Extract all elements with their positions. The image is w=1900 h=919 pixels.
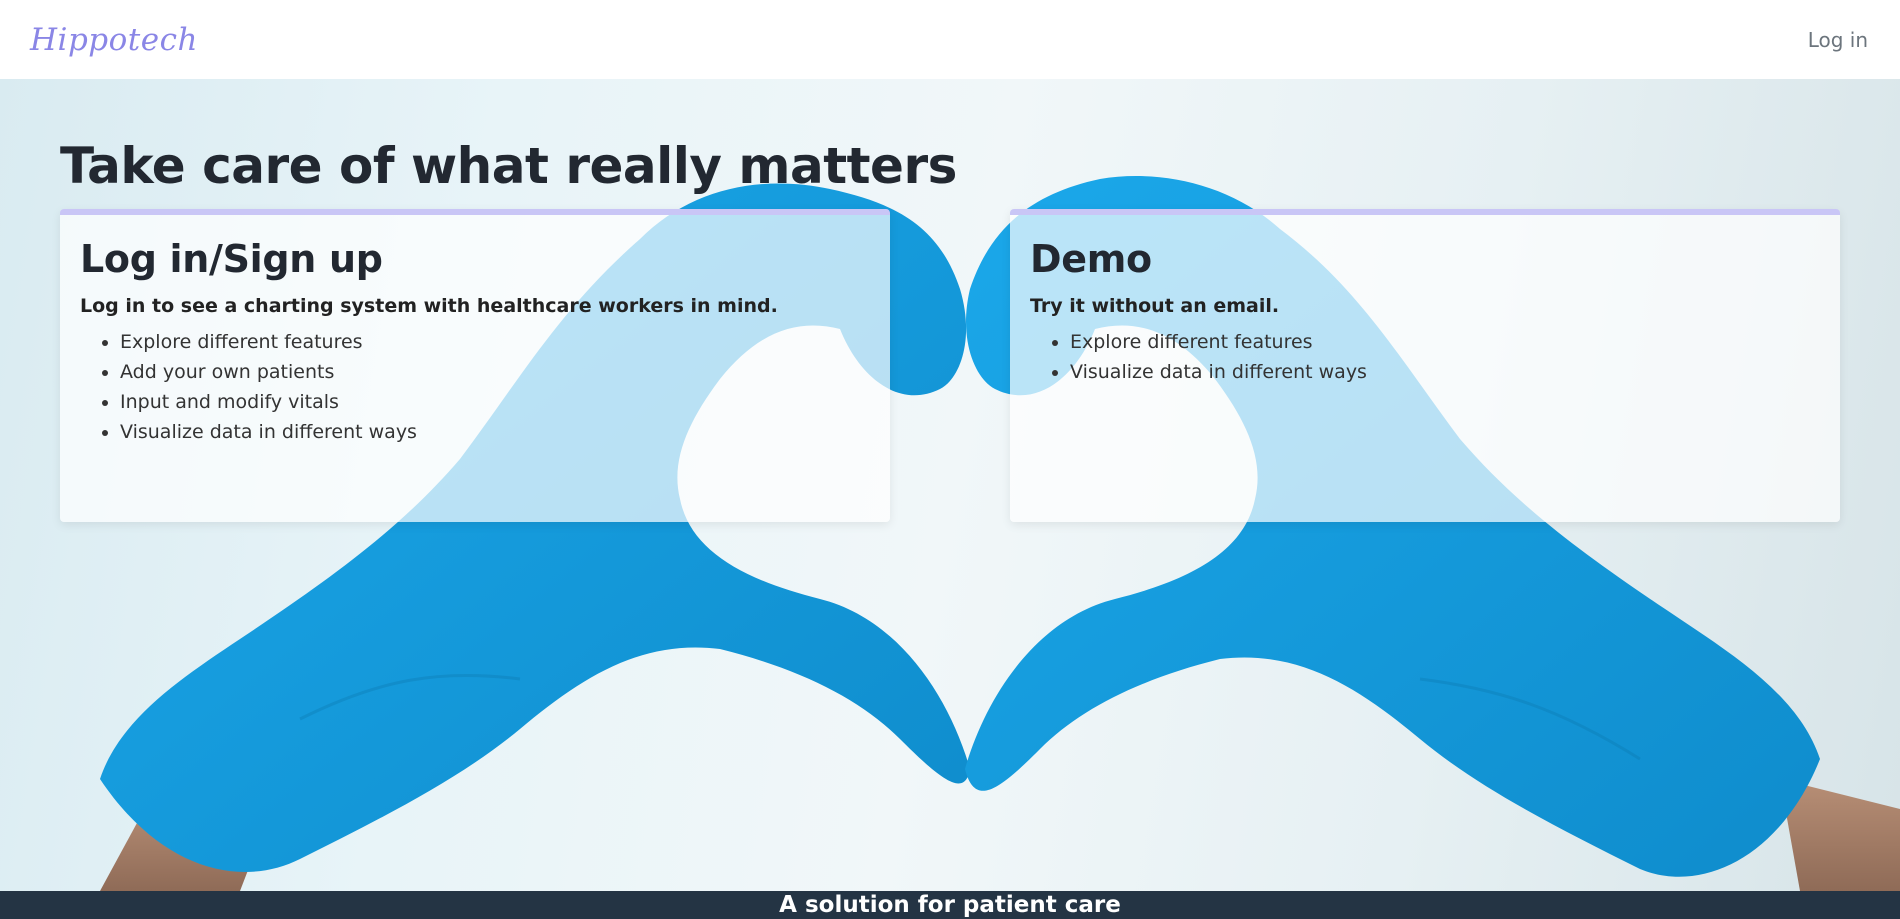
login-link[interactable]: Log in bbox=[1808, 28, 1868, 52]
list-item: Add your own patients bbox=[120, 357, 870, 387]
list-item: Visualize data in different ways bbox=[1070, 357, 1820, 387]
footer-banner: A solution for patient care bbox=[0, 891, 1900, 919]
card-title: Demo bbox=[1030, 237, 1152, 281]
list-item: Explore different features bbox=[1070, 327, 1820, 357]
card-title: Log in/Sign up bbox=[80, 237, 383, 281]
page-title: Take care of what really matters bbox=[60, 137, 957, 195]
feature-list: Explore different features Add your own … bbox=[80, 327, 870, 447]
card-lead: Try it without an email. bbox=[1030, 295, 1280, 317]
demo-card[interactable]: Demo Try it without an email. Explore di… bbox=[1010, 209, 1840, 522]
list-item: Visualize data in different ways bbox=[120, 417, 870, 447]
card-lead: Log in to see a charting system with hea… bbox=[80, 295, 778, 317]
footer-text: A solution for patient care bbox=[779, 892, 1121, 918]
brand-logo[interactable]: Hippotech bbox=[30, 22, 198, 58]
navbar: Hippotech Log in bbox=[0, 0, 1900, 79]
feature-list: Explore different features Visualize dat… bbox=[1030, 327, 1820, 387]
list-item: Explore different features bbox=[120, 327, 870, 357]
list-item: Input and modify vitals bbox=[120, 387, 870, 417]
hero-section: Take care of what really matters Log in/… bbox=[0, 79, 1900, 891]
login-signup-card[interactable]: Log in/Sign up Log in to see a charting … bbox=[60, 209, 890, 522]
